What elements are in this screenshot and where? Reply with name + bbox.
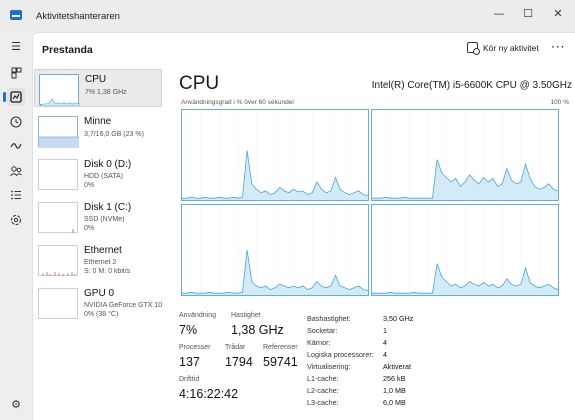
settings-icon[interactable]: ⚙ xyxy=(7,396,25,414)
left-nav: ☰ ⚙ xyxy=(0,32,32,420)
maximize-button[interactable]: ☐ xyxy=(514,0,542,28)
handles-value: 59741 xyxy=(263,355,298,369)
info-key: Socketar: xyxy=(307,326,338,335)
info-key: L2-cache: xyxy=(307,386,339,395)
title-bar: Aktivitetshanteraren — ☐ ✕ xyxy=(0,0,575,32)
info-key: L3-cache: xyxy=(307,398,339,407)
main-content: Prestanda Kör ny aktivitet ··· CPU 7% 1,… xyxy=(32,32,575,420)
processes-value: 137 xyxy=(179,355,200,369)
services-icon[interactable] xyxy=(7,211,25,229)
cpu-core-graph-2 xyxy=(371,109,559,201)
performance-icon[interactable] xyxy=(3,88,25,106)
device-name: GPU 0 xyxy=(84,288,115,299)
cpu-thumbnail xyxy=(39,74,80,106)
page-title: Prestanda xyxy=(42,44,93,56)
device-memory[interactable]: Minne 3,7/16,0 GB (23 %) xyxy=(34,112,162,150)
speed-label: Hastighet xyxy=(231,312,261,319)
info-value: 4 xyxy=(383,350,387,359)
device-type: SSD (NVMe) xyxy=(84,216,125,223)
device-name: Ethernet xyxy=(84,245,122,256)
cpu-core-graph-4 xyxy=(371,204,559,296)
device-usage: 0% xyxy=(84,182,95,189)
ethernet-thumbnail xyxy=(38,245,78,276)
device-name: Minne xyxy=(84,116,112,127)
info-value: 6,0 MB xyxy=(383,398,406,407)
device-detail: 7% 1,38 GHz xyxy=(85,89,127,96)
app-title: Aktivitetshanteraren xyxy=(36,11,120,22)
processes-icon[interactable] xyxy=(7,64,25,82)
device-name: CPU xyxy=(85,74,107,85)
device-detail: 3,7/16,0 GB (23 %) xyxy=(84,131,144,138)
run-task-icon xyxy=(467,42,480,55)
device-type: HDD (SATA) xyxy=(84,173,124,180)
menu-icon[interactable]: ☰ xyxy=(7,38,25,56)
uptime-label: Drifttid xyxy=(179,376,200,383)
device-name: Disk 0 (D:) xyxy=(84,159,132,170)
info-value: 1 xyxy=(383,326,387,335)
threads-label: Trådar xyxy=(225,344,246,351)
disk1-thumbnail xyxy=(38,202,78,233)
processes-label: Processer xyxy=(179,344,211,351)
gpu-thumbnail xyxy=(38,288,78,319)
graph-max-label: 100 % xyxy=(550,99,569,106)
cpu-model: Intel(R) Core(TM) i5-6600K CPU @ 3.50GHz xyxy=(371,80,572,91)
history-icon[interactable] xyxy=(7,113,25,131)
device-model: NVIDIA GeForce GTX 10 xyxy=(84,302,162,309)
device-usage: 0% (38 °C) xyxy=(84,311,119,318)
info-key: Bashastighet: xyxy=(307,314,351,323)
device-name: Disk 1 (C:) xyxy=(84,202,132,213)
device-throughput: S: 0 M: 0 kbit/s xyxy=(84,268,131,275)
threads-value: 1794 xyxy=(225,355,253,369)
device-ethernet[interactable]: Ethernet Ethernet 2 S: 0 M: 0 kbit/s xyxy=(34,241,162,279)
info-value: 3,50 GHz xyxy=(383,314,414,323)
device-gpu-0[interactable]: GPU 0 NVIDIA GeForce GTX 10 0% (38 °C) xyxy=(34,284,162,322)
memory-thumbnail xyxy=(38,116,79,148)
run-task-label: Kör ny aktivitet xyxy=(483,42,539,53)
info-value: 1,0 MB xyxy=(383,386,406,395)
info-key: L1-cache: xyxy=(307,374,339,383)
usage-label: Användning xyxy=(179,312,216,319)
app-icon xyxy=(10,10,22,20)
minimize-button[interactable]: — xyxy=(485,0,513,28)
info-value: 4 xyxy=(383,338,387,347)
info-key: Kärnor: xyxy=(307,338,331,347)
run-new-task-button[interactable]: Kör ny aktivitet xyxy=(467,42,539,55)
usage-value: 7% xyxy=(179,323,198,337)
handles-label: Referenser xyxy=(263,344,298,351)
info-key: Virtualisering: xyxy=(307,362,351,371)
speed-value: 1,38 GHz xyxy=(231,323,284,337)
cpu-core-graph-1 xyxy=(181,109,369,201)
close-button[interactable]: ✕ xyxy=(544,0,572,28)
info-key: Logiska processorer: xyxy=(307,350,374,359)
device-disk-0[interactable]: Disk 0 (D:) HDD (SATA) 0% xyxy=(34,155,162,193)
disk0-thumbnail xyxy=(38,159,78,190)
cpu-core-graph-3 xyxy=(181,204,369,296)
graph-label: Användningsgrad i % över 60 sekunder xyxy=(181,99,295,106)
more-options-button[interactable]: ··· xyxy=(551,40,565,54)
cpu-detail-panel: CPU Intel(R) Core(TM) i5-6600K CPU @ 3.5… xyxy=(179,69,575,409)
device-usage: 0% xyxy=(84,225,95,232)
info-value: 256 kB xyxy=(383,374,406,383)
device-disk-1[interactable]: Disk 1 (C:) SSD (NVMe) 0% xyxy=(34,198,162,236)
detail-title: CPU xyxy=(179,73,220,94)
uptime-value: 4:16:22:42 xyxy=(179,387,239,401)
startup-icon[interactable] xyxy=(7,137,25,155)
users-icon[interactable] xyxy=(7,162,25,180)
info-value: Aktiverat xyxy=(383,362,411,371)
details-icon[interactable] xyxy=(7,186,25,204)
device-cpu[interactable]: CPU 7% 1,38 GHz xyxy=(34,69,162,107)
device-adapter: Ethernet 2 xyxy=(84,259,117,266)
